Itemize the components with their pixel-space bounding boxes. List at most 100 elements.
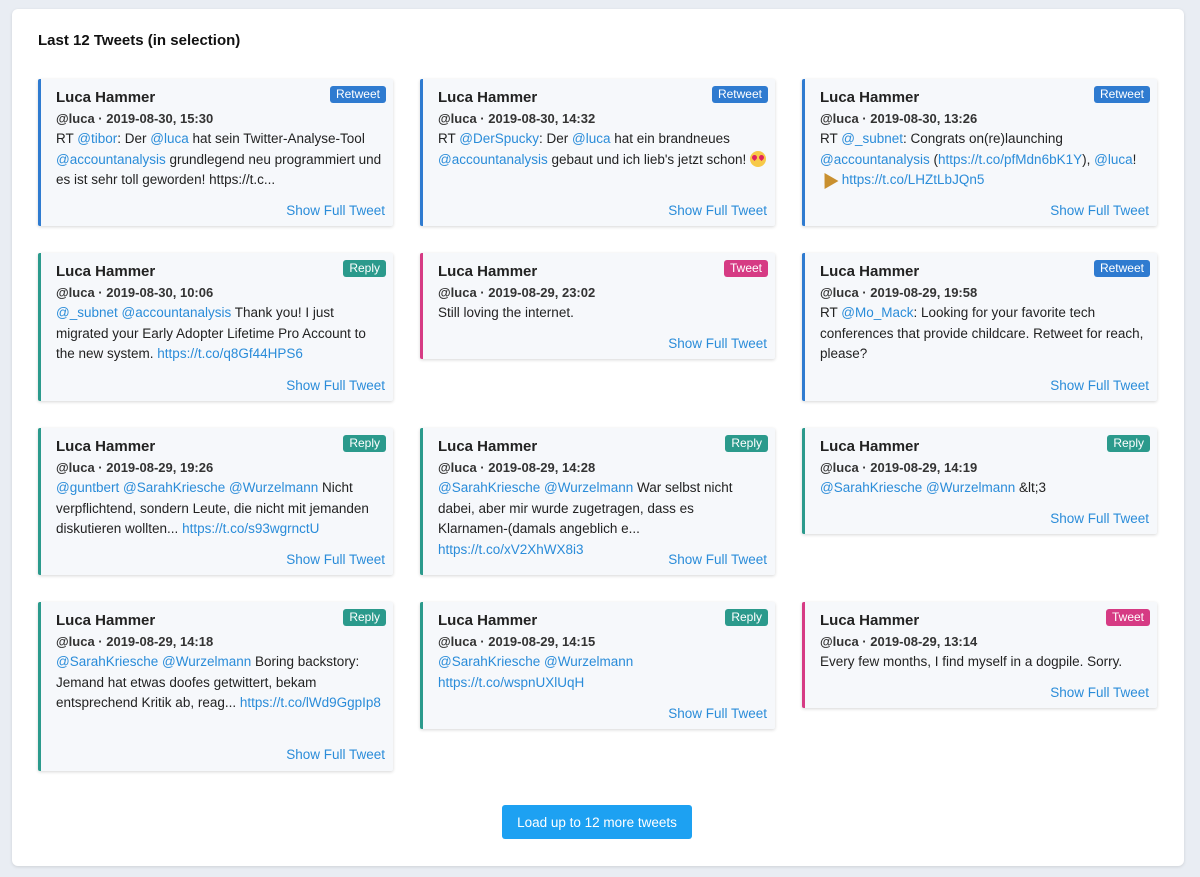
show-full-tweet-link[interactable]: Show Full Tweet [286, 746, 385, 764]
show-full-tweet-link[interactable]: Show Full Tweet [668, 202, 767, 220]
tweet-text-fragment: hat ein brandneues [610, 131, 730, 146]
tweet-text-fragment: Every few months, I find myself in a dog… [820, 654, 1123, 669]
tweet-text: RT @tibor: Der @luca hat sein Twitter-An… [56, 129, 385, 191]
tweet-text: RT @DerSpucky: Der @luca hat ein brandne… [438, 129, 767, 170]
mention-link[interactable]: @SarahKriesche [438, 480, 540, 495]
mention-link[interactable]: @_subnet [841, 131, 903, 146]
mention-link[interactable]: @Wurzelmann [544, 480, 633, 495]
show-full-tweet-link[interactable]: Show Full Tweet [668, 551, 767, 569]
tweet-text: @SarahKriesche @Wurzelmann Boring backst… [56, 652, 385, 714]
mention-link[interactable]: @DerSpucky [459, 131, 539, 146]
tweet-text: Still loving the internet. [438, 303, 767, 324]
show-full-tweet-link[interactable]: Show Full Tweet [1050, 510, 1149, 528]
show-full-tweet-link[interactable]: Show Full Tweet [1050, 684, 1149, 702]
tweet-author: Luca Hammer [56, 612, 156, 629]
tweet-text-fragment: gebaut und ich lieb's jetzt schon! [547, 151, 750, 167]
mention-link[interactable]: @SarahKriesche [56, 654, 158, 669]
url-link[interactable]: https://t.co/pfMdn6bK1Y [938, 152, 1082, 167]
tweet-type-badge: Reply [343, 260, 386, 277]
mention-link[interactable]: @luca [1094, 152, 1132, 167]
tweet-card: Luca Hammer Retweet @luca · 2019-08-30, 13… [802, 79, 1157, 226]
tweet-type-badge: Reply [343, 609, 386, 626]
show-full-tweet-link[interactable]: Show Full Tweet [1050, 377, 1149, 395]
tweet-text: RT @_subnet: Congrats on(re)launching @a… [817, 129, 1149, 191]
tweet-meta: @luca · 2019-08-29, 19:26 [56, 460, 214, 475]
tweet-author: Luca Hammer [438, 263, 538, 280]
mention-link[interactable]: @luca [572, 131, 610, 146]
mention-link[interactable]: @accountanalysis [56, 152, 166, 167]
mention-link[interactable]: @Wurzelmann [229, 480, 318, 495]
tweet-text: @guntbert @SarahKriesche @Wurzelmann Nic… [56, 478, 385, 540]
url-link[interactable]: https://t.co/xV2XhWX8i3 [438, 542, 584, 557]
mention-link[interactable]: @guntbert [56, 480, 119, 495]
party-popper-icon [817, 168, 839, 190]
tweet-author: Luca Hammer [820, 612, 920, 629]
tweet-meta: @luca · 2019-08-29, 13:14 [820, 634, 978, 649]
url-link[interactable]: https://t.co/LHZtLbJQn5 [842, 172, 985, 187]
mention-link[interactable]: @accountanalysis [122, 305, 232, 320]
mention-link[interactable]: @accountanalysis [820, 152, 930, 167]
tweet-author: Luca Hammer [438, 612, 538, 629]
load-more-button[interactable]: Load up to 12 more tweets [502, 805, 692, 839]
mention-link[interactable]: @tibor [77, 131, 117, 146]
tweet-type-badge: Reply [343, 435, 386, 452]
tweet-type-badge: Reply [725, 435, 768, 452]
panel-title: Last 12 Tweets (in selection) [38, 32, 241, 49]
tweet-text-fragment: Still loving the internet. [438, 305, 574, 320]
mention-link[interactable]: @luca [150, 131, 188, 146]
tweet-type-badge: Tweet [1105, 609, 1150, 626]
tweet-text-fragment: ! [1132, 151, 1137, 167]
tweet-meta: @luca · 2019-08-29, 23:02 [438, 285, 596, 300]
mention-link[interactable]: @SarahKriesche [123, 480, 225, 495]
mention-link[interactable]: @SarahKriesche [820, 480, 922, 495]
show-full-tweet-link[interactable]: Show Full Tweet [286, 551, 385, 569]
tweet-type-badge: Retweet [1093, 86, 1150, 103]
mention-link[interactable]: @Wurzelmann [162, 654, 251, 669]
mention-link[interactable]: @Wurzelmann [544, 654, 633, 669]
tweet-meta: @luca · 2019-08-29, 14:18 [56, 634, 214, 649]
tweet-type-badge: Reply [725, 609, 768, 626]
mention-link[interactable]: @SarahKriesche [438, 654, 540, 669]
tweet-card: Luca Hammer Reply @luca · 2019-08-29, 14:1… [802, 428, 1157, 534]
url-link[interactable]: https://t.co/lWd9GgpIp8 [240, 695, 381, 710]
tweet-text-fragment: &lt;3 [1015, 480, 1047, 495]
url-link[interactable]: https://t.co/wspnUXlUqH [438, 675, 584, 690]
tweet-text-fragment: RT [820, 305, 842, 320]
tweet-text: @_subnet @accountanalysis Thank you! I j… [56, 303, 385, 365]
mention-link[interactable]: @Mo_Mack [841, 305, 913, 320]
mention-link[interactable]: @accountanalysis [438, 152, 548, 167]
tweet-text: @SarahKriesche @Wurzelmann War selbst ni… [438, 478, 767, 560]
tweet-meta: @luca · 2019-08-30, 14:32 [438, 111, 596, 126]
tweet-text-fragment: : Der [117, 131, 151, 146]
url-link[interactable]: https://t.co/q8Gf44HPS6 [157, 346, 303, 361]
tweet-text: Every few months, I find myself in a dog… [820, 652, 1149, 673]
tweet-author: Luca Hammer [438, 438, 538, 455]
tweet-card: Luca Hammer Reply @luca · 2019-08-29, 14:1… [38, 602, 393, 771]
mention-link[interactable]: @Wurzelmann [926, 480, 1015, 495]
tweet-type-badge: Tweet [723, 260, 768, 277]
tweet-text: @SarahKriesche @Wurzelmann https://t.co/… [438, 652, 767, 693]
heart-eyes-icon [749, 150, 766, 167]
url-link[interactable]: https://t.co/s93wgrnctU [182, 521, 319, 536]
tweet-card: Luca Hammer Retweet @luca · 2019-08-30, 15… [38, 79, 393, 226]
tweet-type-badge: Retweet [711, 86, 768, 103]
tweet-type-badge: Retweet [329, 86, 386, 103]
tweet-card: Luca Hammer Tweet @luca · 2019-08-29, 13:1… [802, 602, 1157, 708]
show-full-tweet-link[interactable]: Show Full Tweet [668, 705, 767, 723]
show-full-tweet-link[interactable]: Show Full Tweet [668, 335, 767, 353]
tweet-type-badge: Reply [1107, 435, 1150, 452]
tweet-card: Luca Hammer Reply @luca · 2019-08-29, 14:1… [420, 602, 775, 729]
tweet-text-fragment: RT [438, 131, 460, 146]
tweets-panel: Last 12 Tweets (in selection) Luca Hamme… [12, 9, 1184, 866]
tweet-card: Luca Hammer Reply @luca · 2019-08-30, 10:0… [38, 253, 393, 401]
tweet-card: Luca Hammer Retweet @luca · 2019-08-30, 14… [420, 79, 775, 226]
tweet-text-fragment: ( [929, 151, 939, 167]
tweet-card: Luca Hammer Retweet @luca · 2019-08-29, 19… [802, 253, 1157, 401]
tweet-text-fragment: : Congrats on(re)launching [903, 131, 1063, 146]
show-full-tweet-link[interactable]: Show Full Tweet [1050, 202, 1149, 220]
mention-link[interactable]: @_subnet [56, 305, 118, 320]
tweet-meta: @luca · 2019-08-30, 13:26 [820, 111, 978, 126]
show-full-tweet-link[interactable]: Show Full Tweet [286, 202, 385, 220]
show-full-tweet-link[interactable]: Show Full Tweet [286, 377, 385, 395]
tweet-meta: @luca · 2019-08-29, 14:28 [438, 460, 596, 475]
